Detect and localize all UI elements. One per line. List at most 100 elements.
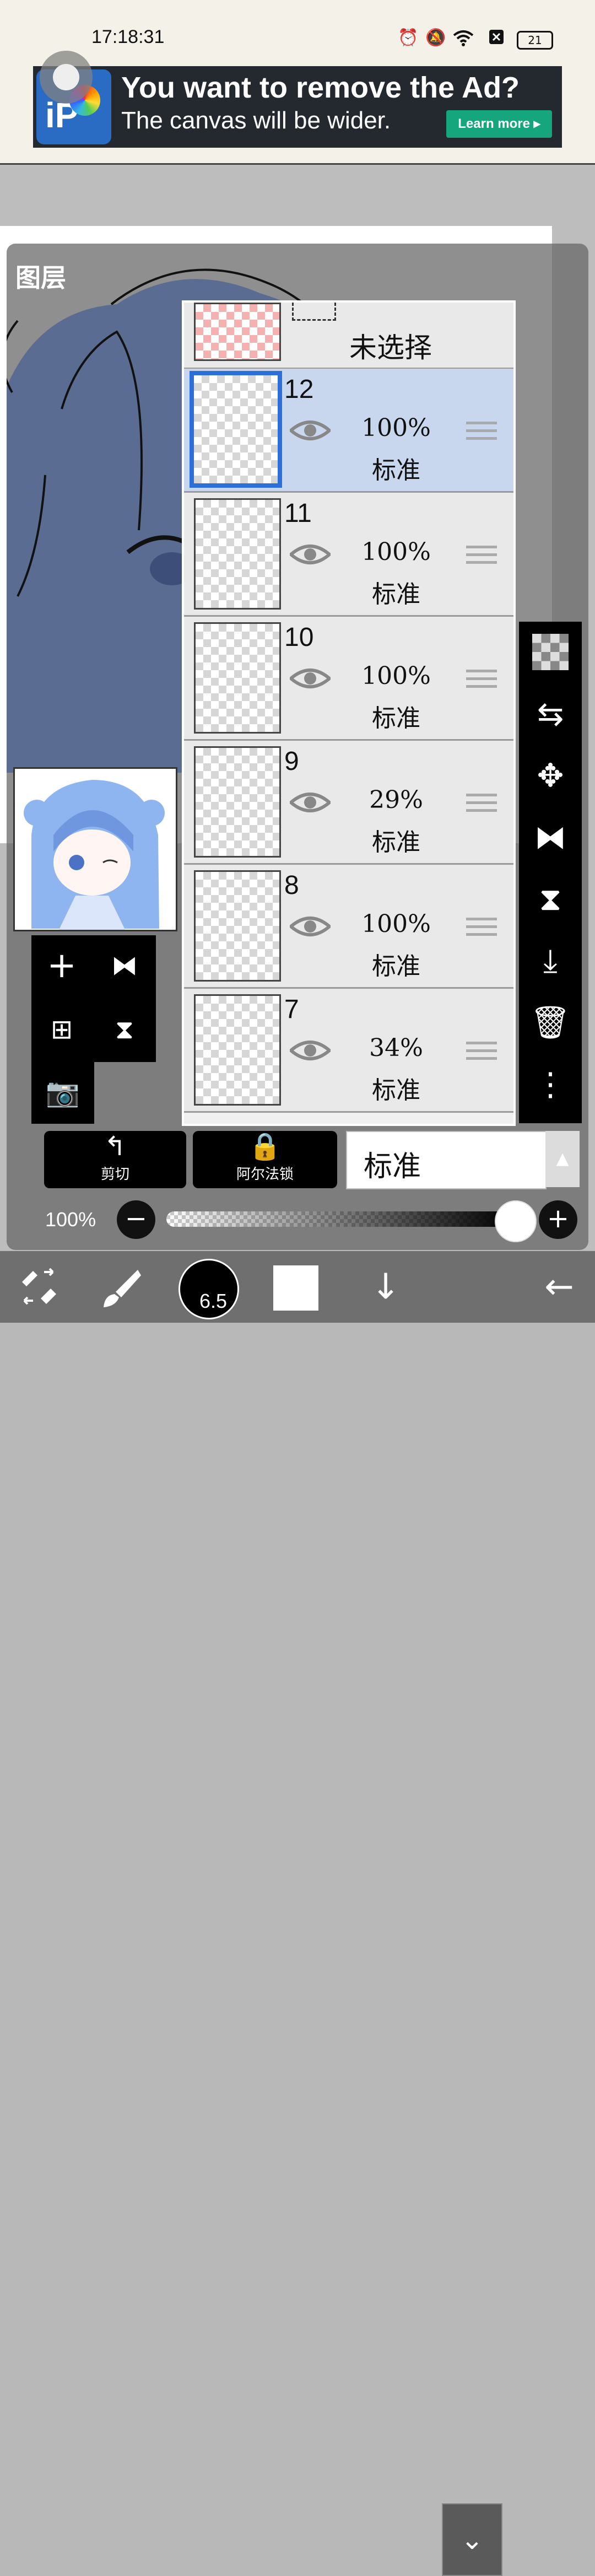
layer-blend-mode: 标准 <box>372 580 420 608</box>
canvas-preview[interactable] <box>13 767 177 931</box>
ad-subtitle: The canvas will be wider. <box>121 107 391 134</box>
visibility-eye-icon[interactable] <box>290 913 331 940</box>
clip-button[interactable]: ↰ 剪切 <box>44 1131 186 1188</box>
brush-icon[interactable] <box>94 1251 149 1323</box>
layer-list[interactable]: 未选择 12 100% 标准 11 100% 标准 10 100% 标准 9 2… <box>182 300 516 1126</box>
clip-label: 剪切 <box>100 1166 129 1183</box>
selection-thumbnail <box>194 303 281 361</box>
layer-blend-mode: 标准 <box>372 704 420 732</box>
drag-handle-icon[interactable] <box>466 794 497 818</box>
back-arrow-icon[interactable]: ← <box>529 1251 589 1323</box>
layer-blend-mode: 标准 <box>372 456 420 484</box>
layer-actions-toolbar: + ⧓ ⊞ ⧗ <box>31 935 156 1062</box>
flip-vertical-icon[interactable]: ⧗ <box>519 869 582 929</box>
wifi-icon <box>453 29 474 47</box>
trash-icon[interactable]: 🗑 <box>519 992 582 1053</box>
drag-handle-icon[interactable] <box>466 670 497 694</box>
layer-opacity: 100% <box>361 538 431 566</box>
alpha-lock-button[interactable]: 🔒 阿尔法锁 <box>193 1131 337 1188</box>
layer-blend-mode: 标准 <box>372 828 420 856</box>
ad-close-dot <box>53 64 79 90</box>
alpha-lock-label: 阿尔法锁 <box>236 1166 294 1183</box>
camera-tool: 📷 <box>31 1061 94 1124</box>
layer-thumbnail <box>194 746 281 858</box>
flip-layer-icon[interactable]: ⧓ <box>94 935 155 996</box>
unselected-row[interactable]: 未选择 <box>184 303 513 369</box>
layer-name: 10 <box>284 623 314 652</box>
unselected-label: 未选择 <box>349 332 432 364</box>
opacity-increase-button[interactable]: + <box>539 1200 577 1239</box>
drag-handle-icon[interactable] <box>466 918 497 942</box>
flip-horizontal-icon[interactable]: ⧓ <box>519 807 582 867</box>
drag-handle-icon[interactable] <box>466 546 497 570</box>
blend-mode-arrow-icon[interactable]: ▲ <box>545 1131 580 1187</box>
layer-row-12[interactable]: 12 100% 标准 <box>184 369 513 493</box>
layer-name: 7 <box>284 995 299 1024</box>
layer-row-7[interactable]: 7 34% 标准 <box>184 989 513 1113</box>
layer-panel-tab[interactable]: ⌄ <box>442 2503 502 2576</box>
layer-blend-mode: 标准 <box>372 952 420 980</box>
layer-thumbnail <box>194 870 281 982</box>
clip-icon: ↰ <box>104 1131 127 1162</box>
layer-opacity: 100% <box>361 414 431 442</box>
merge-down-icon[interactable]: ⤓ <box>519 930 582 991</box>
alarm-icon: ⏰ <box>398 28 419 47</box>
camera-icon[interactable]: 📷 <box>33 1062 93 1123</box>
visibility-eye-icon[interactable] <box>290 789 331 816</box>
drag-handle-icon[interactable] <box>466 1042 497 1066</box>
layer-thumbnail <box>194 994 281 1106</box>
layer-opacity: 100% <box>361 910 431 938</box>
layer-name: 11 <box>284 499 312 528</box>
learn-more-button[interactable]: Learn more ▸ <box>446 110 552 138</box>
down-arrow-icon[interactable]: ↓ <box>358 1251 413 1323</box>
ad-close-button[interactable] <box>40 51 93 104</box>
lock-icon: 🔒 <box>248 1131 282 1162</box>
mute-icon: 🔕 <box>425 28 446 47</box>
layer-tools-toolbar: ⇆ ✥ ⧓ ⧗ ⤓ 🗑 ⋮ <box>519 622 582 1123</box>
visibility-eye-icon[interactable] <box>290 665 331 692</box>
opacity-decrease-button[interactable]: − <box>117 1200 155 1239</box>
battery-indicator: 21 <box>517 31 553 50</box>
duplicate-layer-icon[interactable]: ⊞ <box>31 999 92 1060</box>
opacity-label: 100% <box>45 1208 96 1231</box>
layer-opacity: 29% <box>369 786 423 814</box>
layer-panel-title: 图层 <box>15 263 66 293</box>
add-layer-icon[interactable]: + <box>31 935 92 996</box>
layer-row-8[interactable]: 8 100% 标准 <box>184 865 513 989</box>
layer-thumbnail <box>190 371 282 488</box>
opacity-slider[interactable] <box>166 1211 511 1227</box>
opacity-slider-knob[interactable] <box>495 1200 537 1242</box>
layer-opacity: 100% <box>361 662 431 690</box>
collapse-chevron-icon: ⌄ <box>461 2524 484 2556</box>
layer-name: 12 <box>284 375 314 404</box>
brush-size-value: 6.5 <box>199 1290 228 1312</box>
layer-thumbnail <box>194 622 281 734</box>
sim-icon <box>486 29 507 47</box>
layer-name: 9 <box>284 747 299 776</box>
rotate-layer-icon[interactable]: ⧗ <box>94 999 155 1060</box>
blend-mode-value: 标准 <box>364 1150 421 1183</box>
preview-artwork <box>24 780 165 930</box>
color-swatch[interactable] <box>273 1265 318 1311</box>
visibility-eye-icon[interactable] <box>290 1037 331 1064</box>
visibility-eye-icon[interactable] <box>290 417 331 444</box>
layer-row-9[interactable]: 9 29% 标准 <box>184 741 513 865</box>
layer-swap-icon[interactable]: ⇆ <box>519 683 582 744</box>
layer-name: 8 <box>284 871 299 900</box>
status-time: 17:18:31 <box>91 26 165 47</box>
move-icon[interactable]: ✥ <box>519 745 582 806</box>
drag-handle-icon[interactable] <box>466 422 497 446</box>
layer-thumbnail <box>194 498 281 610</box>
blend-mode-select[interactable]: 标准 <box>346 1131 547 1189</box>
layer-blend-mode: 标准 <box>372 1076 420 1104</box>
more-icon[interactable]: ⋮ <box>519 1054 582 1114</box>
brush-eraser-toggle-icon[interactable] <box>11 1251 66 1323</box>
layer-row-11[interactable]: 11 100% 标准 <box>184 493 513 617</box>
checker-icon[interactable] <box>519 622 582 682</box>
ad-banner[interactable]: iP You want to remove the Ad? The canvas… <box>33 66 562 148</box>
visibility-eye-icon[interactable] <box>290 541 331 568</box>
ad-title: You want to remove the Ad? <box>121 71 520 104</box>
selection-marquee-icon <box>292 303 336 321</box>
layer-opacity: 34% <box>369 1034 423 1062</box>
layer-row-10[interactable]: 10 100% 标准 <box>184 617 513 741</box>
